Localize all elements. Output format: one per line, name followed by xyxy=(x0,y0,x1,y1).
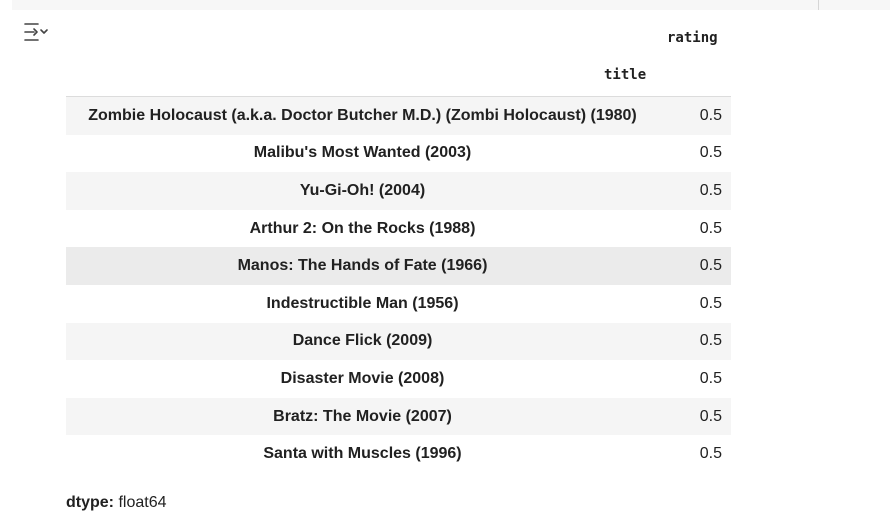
row-rating: 0.5 xyxy=(699,144,722,162)
output-actions-icon[interactable] xyxy=(23,20,51,44)
row-title: Malibu's Most Wanted (2003) xyxy=(253,144,472,162)
top-bar-divider xyxy=(818,0,819,10)
table-row: Zombie Holocaust (a.k.a. Doctor Butcher … xyxy=(66,97,731,135)
table-row: Disaster Movie (2008) 0.5 xyxy=(66,360,731,398)
table-row: Santa with Muscles (1996) 0.5 xyxy=(66,435,731,473)
table-row: Indestructible Man (1956) 0.5 xyxy=(66,285,731,323)
dtype-label: dtype: xyxy=(66,494,114,511)
row-title: Arthur 2: On the Rocks (1988) xyxy=(249,219,476,237)
row-title: Dance Flick (2009) xyxy=(292,332,433,350)
table-row: Arthur 2: On the Rocks (1988) 0.5 xyxy=(66,210,731,248)
table-row: Malibu's Most Wanted (2003) 0.5 xyxy=(66,135,731,173)
row-rating: 0.5 xyxy=(699,407,722,425)
row-title: Santa with Muscles (1996) xyxy=(263,445,462,463)
row-rating: 0.5 xyxy=(699,106,722,124)
dtype-value: float64 xyxy=(118,494,167,511)
row-title: Zombie Holocaust (a.k.a. Doctor Butcher … xyxy=(88,106,637,124)
series-table: Zombie Holocaust (a.k.a. Doctor Butcher … xyxy=(66,97,731,473)
dtype-line: dtype: float64 xyxy=(66,494,167,512)
row-title: Disaster Movie (2008) xyxy=(280,369,445,387)
cell-top-bar xyxy=(12,0,890,10)
table-row: Yu-Gi-Oh! (2004) 0.5 xyxy=(66,172,731,210)
row-title: Bratz: The Movie (2007) xyxy=(273,407,452,425)
row-title: Indestructible Man (1956) xyxy=(266,294,459,312)
table-row: Manos: The Hands of Fate (1966) 0.5 xyxy=(66,247,731,285)
row-title: Manos: The Hands of Fate (1966) xyxy=(237,257,488,275)
row-rating: 0.5 xyxy=(699,445,722,463)
row-rating: 0.5 xyxy=(699,369,722,387)
row-rating: 0.5 xyxy=(699,181,722,199)
row-rating: 0.5 xyxy=(699,294,722,312)
table-row: Dance Flick (2009) 0.5 xyxy=(66,322,731,361)
value-column-header: rating xyxy=(667,30,718,46)
notebook-output: rating title Zombie Holocaust (a.k.a. Do… xyxy=(0,0,890,525)
row-rating: 0.5 xyxy=(699,219,722,237)
index-column-header: title xyxy=(604,67,647,83)
row-rating: 0.5 xyxy=(699,332,722,350)
row-rating: 0.5 xyxy=(699,257,722,275)
row-title: Yu-Gi-Oh! (2004) xyxy=(299,181,426,199)
table-row: Bratz: The Movie (2007) 0.5 xyxy=(66,397,731,436)
